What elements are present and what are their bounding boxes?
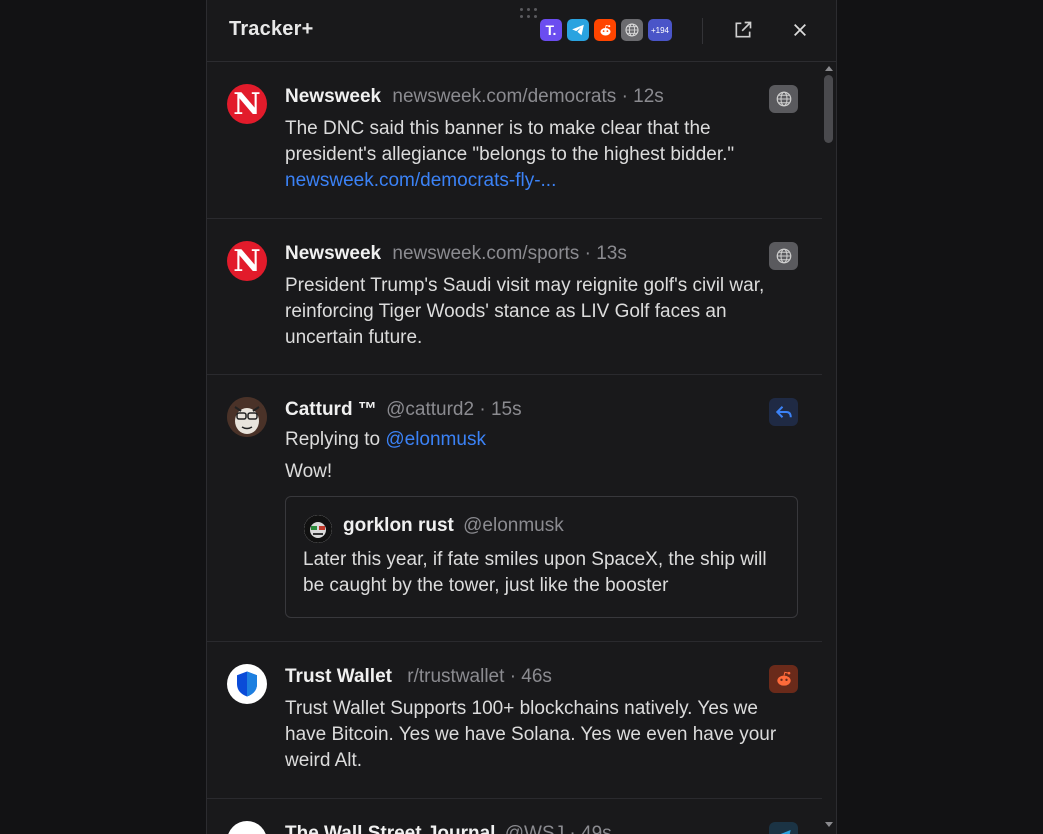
- author-name[interactable]: The Wall Street Journal: [285, 823, 495, 834]
- author-handle[interactable]: @WSJ: [505, 823, 564, 834]
- globe-icon: [776, 91, 791, 107]
- author-handle[interactable]: newsweek.com/sports: [392, 243, 579, 264]
- header-divider: [702, 18, 703, 44]
- timestamp: · 12s: [621, 86, 664, 107]
- telegram-icon[interactable]: [567, 19, 589, 41]
- item-header: Trust Wallet r/trustwallet · 46s: [285, 666, 552, 688]
- timestamp: · 13s: [584, 243, 627, 264]
- author-handle[interactable]: newsweek.com/democrats: [392, 86, 616, 107]
- close-button[interactable]: [788, 18, 812, 42]
- post-text: President Trump's Saudi visit may reigni…: [285, 275, 765, 348]
- feed-item[interactable]: N Newsweek newsweek.com/sports · 13s Pre…: [207, 219, 822, 375]
- external-link-icon: [735, 21, 752, 38]
- feed-list[interactable]: N Newsweek newsweek.com/democrats · 12s …: [207, 62, 822, 834]
- globe-glyph: [625, 23, 639, 37]
- scroll-up-arrow[interactable]: [825, 66, 833, 71]
- quoted-author-name[interactable]: gorklon rust: [343, 515, 454, 536]
- reply-source-badge[interactable]: [769, 398, 798, 426]
- post-text: The DNC said this banner is to make clea…: [285, 118, 735, 191]
- globe-source-badge[interactable]: [769, 242, 798, 270]
- feed-item[interactable]: N Newsweek newsweek.com/democrats · 12s …: [207, 62, 822, 219]
- author-handle[interactable]: @catturd2: [386, 399, 474, 420]
- item-header: The Wall Street Journal @WSJ · 49s: [285, 823, 612, 834]
- globe-source-badge[interactable]: [769, 85, 798, 113]
- close-icon: [794, 24, 806, 36]
- timestamp: · 49s: [569, 823, 612, 834]
- reply-target-link[interactable]: @elonmusk: [385, 429, 486, 450]
- replying-line: Replying to @elonmusk: [285, 429, 486, 450]
- author-name[interactable]: Catturd ™: [285, 399, 377, 420]
- quoted-text: Later this year, if fate smiles upon Spa…: [303, 549, 767, 596]
- more-sources-count[interactable]: +194: [648, 19, 672, 41]
- scroll-thumb[interactable]: [824, 75, 833, 143]
- drag-handle[interactable]: [519, 7, 541, 19]
- author-handle[interactable]: r/trustwallet: [407, 666, 504, 687]
- cartoon-face-icon: [227, 397, 267, 437]
- timestamp: · 15s: [479, 399, 522, 420]
- feed-item[interactable]: The Wall Street Journal @WSJ · 49s: [207, 799, 822, 834]
- truth-social-icon[interactable]: T.: [540, 19, 562, 41]
- item-header: Catturd ™ @catturd2 · 15s: [285, 399, 522, 421]
- author-name[interactable]: Newsweek: [285, 243, 381, 264]
- popout-button[interactable]: [731, 18, 755, 42]
- item-header: Newsweek newsweek.com/sports · 13s: [285, 243, 627, 265]
- scroll-down-arrow[interactable]: [825, 822, 833, 827]
- tracker-panel: Tracker+ T. +194 N Newsweek newsweek.com…: [206, 0, 837, 834]
- quoted-post[interactable]: gorklon rust @elonmusk Later this year, …: [285, 496, 798, 618]
- telegram-icon: [780, 830, 791, 834]
- app-title: Tracker+: [229, 18, 314, 40]
- quoted-author-handle[interactable]: @elonmusk: [463, 515, 564, 536]
- post-text: Wow!: [285, 461, 333, 482]
- gorklon-avatar[interactable]: [304, 515, 332, 543]
- trust-wallet-avatar[interactable]: [227, 664, 267, 704]
- newsweek-avatar[interactable]: N: [227, 241, 267, 281]
- shield-icon: [237, 671, 257, 697]
- author-name[interactable]: Newsweek: [285, 86, 381, 107]
- newsweek-avatar[interactable]: N: [227, 84, 267, 124]
- reddit-source-badge[interactable]: [769, 665, 798, 693]
- feed-item[interactable]: Trust Wallet r/trustwallet · 46s Trust W…: [207, 642, 822, 799]
- meme-face-icon: [304, 515, 332, 543]
- panel-header: Tracker+ T. +194: [207, 0, 836, 62]
- globe-icon: [776, 248, 791, 264]
- article-link[interactable]: newsweek.com/democrats-fly-...: [285, 170, 556, 191]
- author-name[interactable]: Trust Wallet: [285, 666, 392, 687]
- reddit-icon[interactable]: [594, 19, 616, 41]
- web-globe-icon[interactable]: [621, 19, 643, 41]
- post-text: Trust Wallet Supports 100+ blockchains n…: [285, 698, 777, 771]
- telegram-source-badge[interactable]: [769, 822, 798, 834]
- reddit-glyph: [600, 24, 610, 35]
- reply-icon: [775, 406, 792, 418]
- telegram-glyph: [572, 24, 584, 36]
- timestamp: · 46s: [509, 666, 552, 687]
- quoted-header: gorklon rust @elonmusk: [343, 515, 564, 537]
- wsj-avatar[interactable]: [227, 821, 267, 834]
- feed-scrollbar[interactable]: [822, 62, 836, 834]
- item-header: Newsweek newsweek.com/democrats · 12s: [285, 86, 664, 108]
- catturd-avatar[interactable]: [227, 397, 267, 437]
- feed-item[interactable]: Catturd ™ @catturd2 · 15s Replying to @e…: [207, 375, 822, 642]
- reddit-icon: [776, 671, 791, 686]
